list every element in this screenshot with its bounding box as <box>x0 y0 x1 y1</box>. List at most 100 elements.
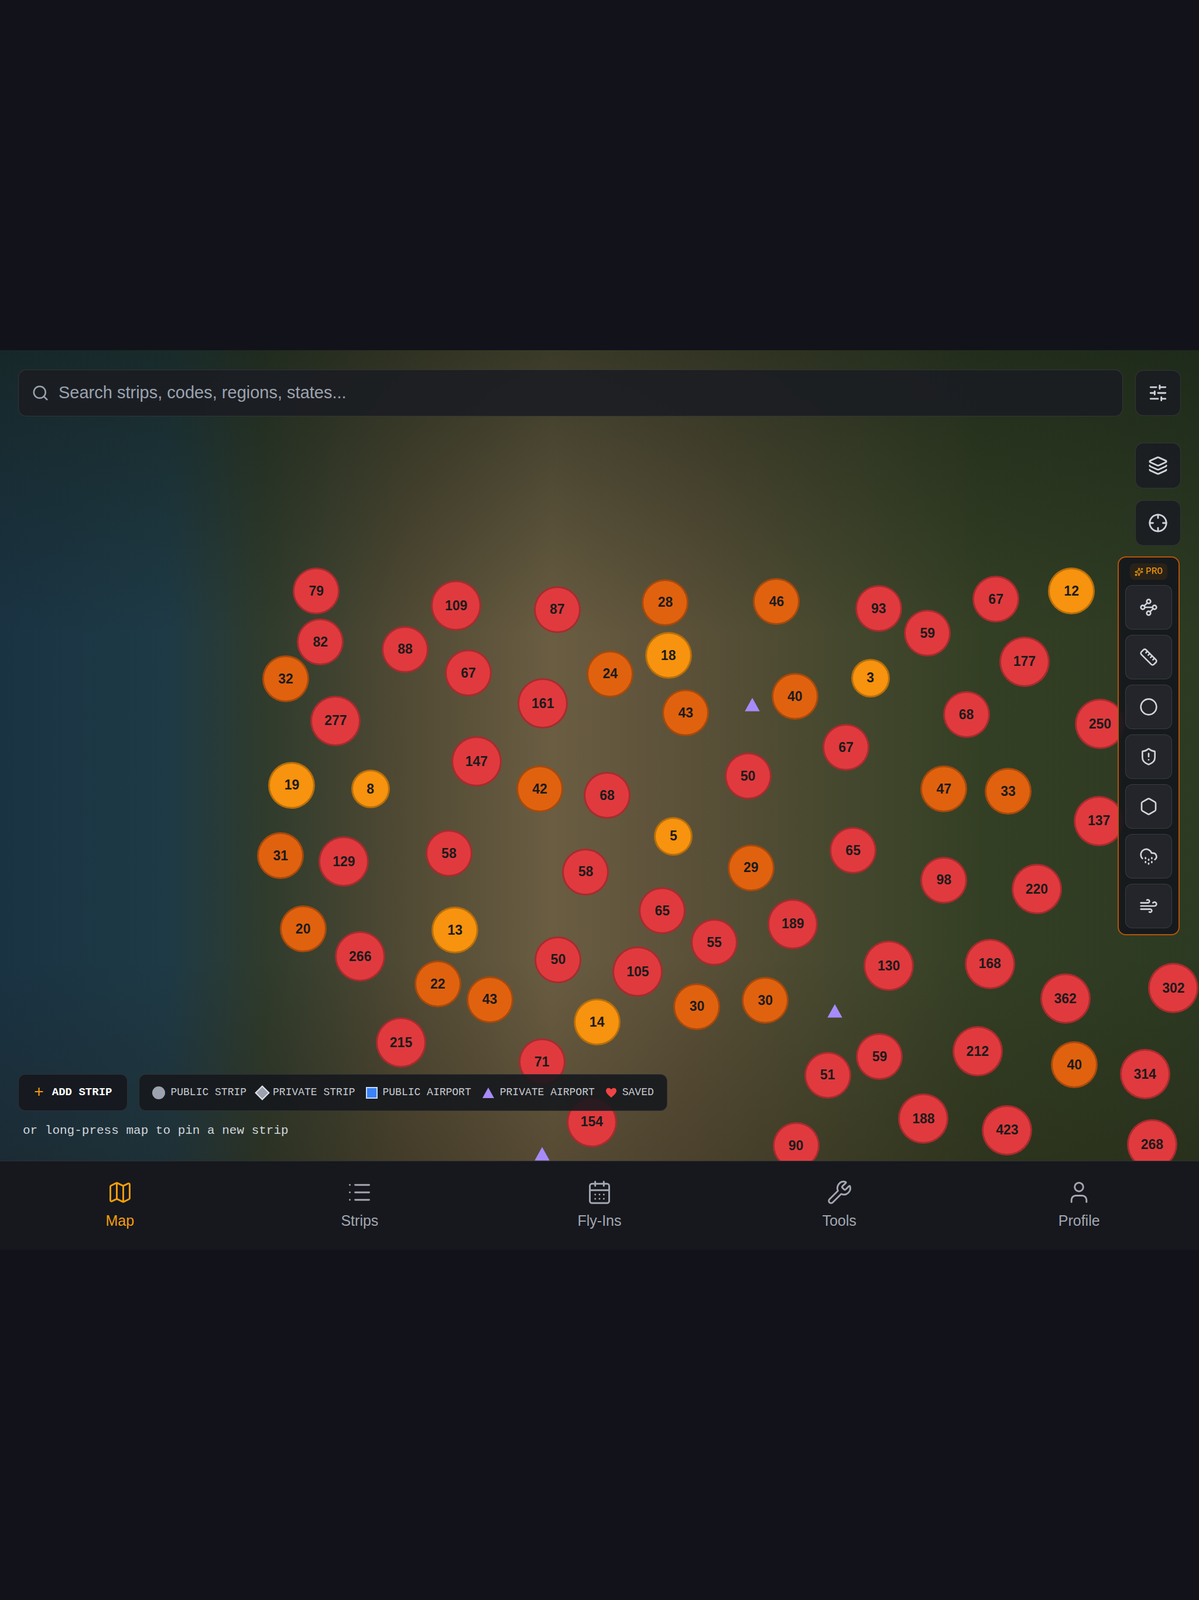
pro-toolbar: PRO <box>1117 556 1180 935</box>
cluster-marker[interactable]: 189 <box>767 898 818 950</box>
cluster-marker[interactable]: 19 <box>268 761 315 809</box>
cluster-marker[interactable]: 87 <box>533 586 581 633</box>
tool-button[interactable] <box>1125 833 1173 879</box>
cluster-marker[interactable]: 177 <box>999 636 1050 687</box>
cluster-marker[interactable]: 50 <box>724 752 772 800</box>
route-icon <box>1139 597 1159 617</box>
private-airport-icon[interactable] <box>533 1145 551 1161</box>
cluster-marker[interactable]: 65 <box>829 826 877 874</box>
calendar-icon <box>586 1179 613 1205</box>
circle-icon <box>1139 697 1159 717</box>
cluster-marker[interactable]: 277 <box>310 695 361 746</box>
tool-button[interactable] <box>1125 883 1173 928</box>
search-field[interactable]: Search strips, codes, regions, states... <box>18 369 1123 417</box>
cluster-marker[interactable]: 20 <box>279 905 327 952</box>
search-icon <box>31 384 50 402</box>
cluster-marker[interactable]: 67 <box>822 723 870 771</box>
cluster-marker[interactable]: 212 <box>952 1025 1003 1077</box>
private-airport-icon[interactable] <box>826 1002 844 1019</box>
layers-icon <box>1148 455 1168 476</box>
layers-button[interactable] <box>1135 442 1181 489</box>
circle-mark-icon <box>152 1086 166 1099</box>
cluster-marker[interactable]: 14 <box>573 998 621 1046</box>
legend-item: PRIVATE STRIP <box>257 1084 355 1101</box>
cluster-marker[interactable]: 43 <box>662 689 709 736</box>
cluster-marker[interactable]: 50 <box>534 936 582 983</box>
cluster-marker[interactable]: 33 <box>984 767 1032 815</box>
cluster-marker[interactable]: 130 <box>863 940 914 991</box>
nav-tab[interactable]: Map <box>0 1160 241 1250</box>
tool-button[interactable] <box>1125 684 1173 729</box>
sparkles-icon <box>1134 567 1144 577</box>
cluster-marker[interactable]: 55 <box>690 918 738 966</box>
wind-icon <box>1139 896 1159 916</box>
cluster-marker[interactable]: 314 <box>1119 1048 1171 1099</box>
ruler-icon <box>1139 647 1159 667</box>
plus-icon: + <box>33 1080 44 1105</box>
cluster-marker[interactable]: 40 <box>771 672 819 720</box>
cluster-marker[interactable]: 42 <box>516 765 564 813</box>
cluster-marker[interactable]: 58 <box>425 829 473 877</box>
map[interactable]: 7982321098867872818241614346409359367121… <box>0 350 1199 1161</box>
cluster-marker[interactable]: 67 <box>444 649 492 697</box>
cluster-marker[interactable]: 161 <box>517 677 568 729</box>
cluster-marker[interactable]: 147 <box>451 735 502 787</box>
tool-button[interactable] <box>1125 634 1173 680</box>
add-strip-button[interactable]: +ADD STRIP <box>18 1073 128 1111</box>
cluster-marker[interactable]: 13 <box>431 906 479 954</box>
cluster-marker[interactable]: 46 <box>752 577 800 625</box>
app: 7982321098867872818241614346409359367121… <box>0 0 1199 1600</box>
cluster-marker[interactable]: 28 <box>641 579 689 626</box>
cluster-marker[interactable]: 98 <box>920 856 968 904</box>
nav-tab[interactable]: Fly-Ins <box>479 1160 720 1250</box>
cluster-marker[interactable]: 31 <box>257 831 304 879</box>
tool-button[interactable] <box>1125 734 1173 779</box>
tool-button[interactable] <box>1125 783 1173 829</box>
diamond-mark-icon <box>254 1084 270 1100</box>
cluster-marker[interactable]: 58 <box>562 848 609 896</box>
cluster-marker[interactable]: 362 <box>1040 973 1091 1024</box>
locate-button[interactable] <box>1135 499 1181 546</box>
cluster-marker[interactable]: 137 <box>1073 795 1125 846</box>
nav-tab[interactable]: Profile <box>958 1160 1199 1250</box>
tool-button[interactable] <box>1125 584 1173 630</box>
cluster-marker[interactable]: 22 <box>414 960 462 1007</box>
cluster-marker[interactable]: 88 <box>381 625 429 673</box>
triangle-mark-icon <box>481 1086 495 1099</box>
cluster-marker[interactable]: 24 <box>586 650 634 698</box>
search-placeholder: Search strips, codes, regions, states... <box>58 379 347 406</box>
nav-tab[interactable]: Tools <box>719 1160 960 1250</box>
legend-item: PUBLIC AIRPORT <box>365 1084 472 1101</box>
legend-item: PUBLIC STRIP <box>152 1084 247 1101</box>
cluster-marker[interactable]: 215 <box>375 1016 427 1068</box>
filter-button[interactable] <box>1135 370 1181 416</box>
private-airport-icon[interactable] <box>744 696 761 712</box>
hint-text: or long-press map to pin a new strip <box>18 1121 668 1140</box>
cluster-marker[interactable]: 67 <box>972 575 1020 623</box>
cluster-marker[interactable]: 32 <box>262 655 310 702</box>
cluster-marker[interactable]: 40 <box>1050 1040 1098 1088</box>
cluster-marker[interactable]: 30 <box>673 982 721 1030</box>
cluster-marker[interactable]: 3 <box>851 658 890 698</box>
cluster-marker[interactable]: 423 <box>981 1104 1033 1156</box>
cluster-marker[interactable]: 18 <box>645 631 693 679</box>
cluster-marker[interactable]: 51 <box>804 1051 852 1099</box>
crosshair-icon <box>1148 512 1168 533</box>
cluster-marker[interactable]: 30 <box>741 976 789 1024</box>
user-icon <box>1066 1179 1092 1205</box>
cluster-marker[interactable]: 8 <box>351 769 390 808</box>
cluster-marker[interactable]: 12 <box>1047 567 1095 615</box>
cluster-marker[interactable]: 220 <box>1011 863 1063 914</box>
cluster-marker[interactable]: 68 <box>583 771 631 819</box>
cluster-marker[interactable]: 43 <box>466 975 514 1023</box>
cluster-marker[interactable]: 68 <box>943 690 990 738</box>
cluster-marker[interactable]: 168 <box>964 938 1016 989</box>
cluster-marker[interactable]: 5 <box>653 816 693 856</box>
cluster-marker[interactable]: 29 <box>727 844 775 892</box>
cluster-marker[interactable]: 65 <box>638 886 686 934</box>
nav-tab[interactable]: Strips <box>240 1160 481 1250</box>
cluster-marker[interactable]: 266 <box>334 930 386 982</box>
cluster-marker[interactable]: 109 <box>430 580 482 631</box>
cluster-marker[interactable]: 59 <box>903 609 951 657</box>
cluster-marker[interactable]: 93 <box>855 584 903 632</box>
